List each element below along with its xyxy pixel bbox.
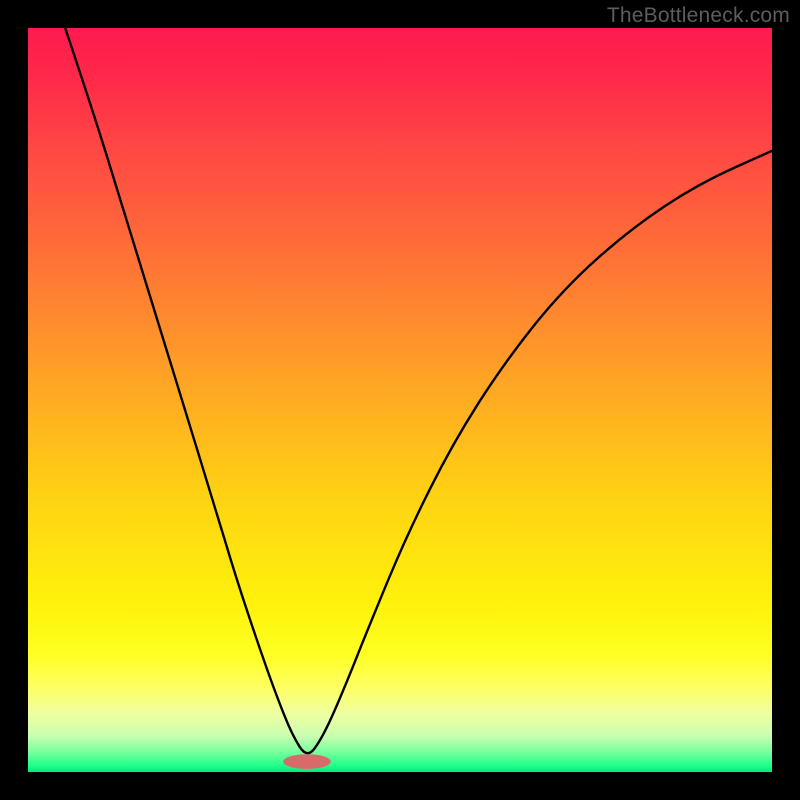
plot-area (28, 28, 772, 772)
outer-frame: TheBottleneck.com (0, 0, 800, 800)
watermark-text: TheBottleneck.com (607, 4, 790, 28)
gradient-backdrop (28, 28, 772, 772)
optimal-marker (283, 754, 331, 769)
